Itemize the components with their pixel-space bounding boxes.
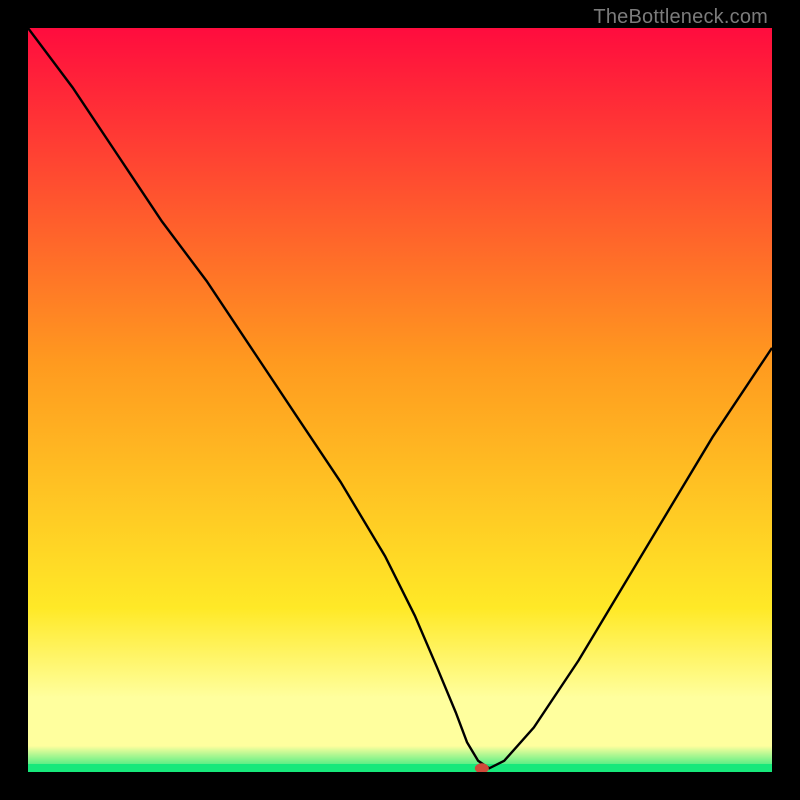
plot-area	[28, 28, 772, 772]
chart-frame: TheBottleneck.com	[0, 0, 800, 800]
chart-svg	[28, 28, 772, 772]
gradient-background	[28, 28, 772, 772]
green-band	[28, 764, 772, 772]
watermark-text: TheBottleneck.com	[593, 6, 768, 29]
